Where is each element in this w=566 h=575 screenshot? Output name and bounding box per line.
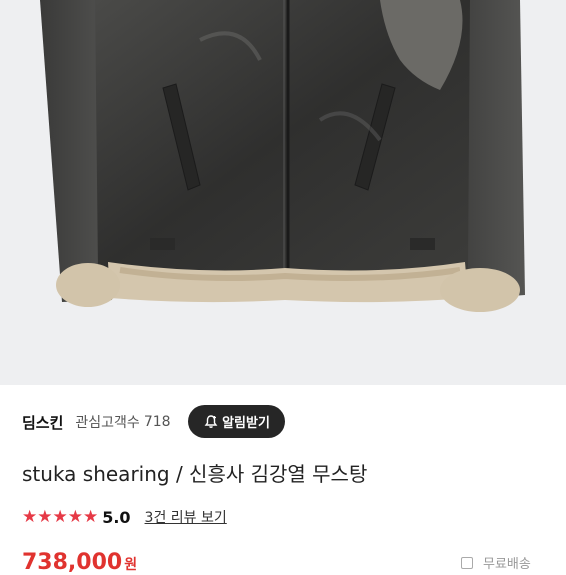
star-icon: ★★★★★	[22, 507, 99, 527]
fav-count: 718	[143, 414, 171, 430]
store-info: 딤스킨 관심고객수 718	[22, 406, 171, 438]
price-value: 738,000	[22, 550, 123, 575]
product-title: stuka shearing / 신흥사 김강열 무스탕	[22, 462, 368, 486]
alert-button[interactable]: 알림받기	[188, 405, 285, 438]
alert-button-label: 알림받기	[222, 416, 270, 431]
bell-plus-icon	[204, 414, 218, 428]
price: 738,000 원	[22, 550, 137, 575]
truck-icon	[461, 556, 473, 569]
shipping-info: 무료배송	[461, 553, 531, 572]
review-link[interactable]: 3건 리뷰 보기	[145, 507, 227, 527]
rating-score: 5.0	[102, 507, 131, 527]
jacket-illustration	[0, 0, 566, 385]
rating-row: ★★★★★ 5.0 3건 리뷰 보기	[22, 505, 227, 529]
shipping-label: 무료배송	[483, 557, 531, 572]
price-unit: 원	[124, 557, 138, 573]
product-image[interactable]	[0, 0, 566, 385]
store-name[interactable]: 딤스킨	[22, 412, 63, 433]
fav-label: 관심고객수	[75, 415, 140, 431]
